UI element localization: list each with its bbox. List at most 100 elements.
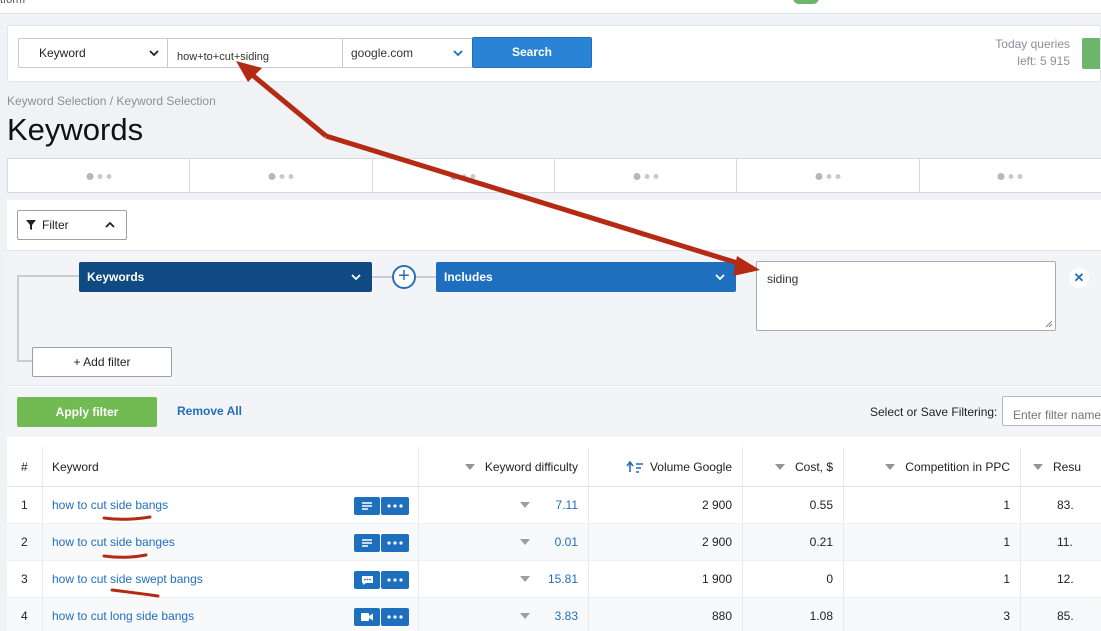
green-action-button[interactable] (1082, 38, 1100, 69)
results-cell: 85. (1057, 609, 1074, 623)
table-row: 2 how to cut side banges 0.01 2 900 0.21… (7, 524, 1101, 561)
apply-filter-button[interactable]: Apply filter (17, 397, 157, 427)
video-icon[interactable] (354, 608, 380, 626)
header-difficulty[interactable]: Keyword difficulty (419, 447, 589, 486)
remove-all-link[interactable]: Remove All (177, 404, 242, 418)
filter-value-text: siding (767, 272, 799, 286)
queries-left: Today queries left: 5 915 (995, 36, 1070, 70)
header-keyword[interactable]: Keyword (43, 447, 419, 486)
filter-field-select[interactable]: Keywords (79, 262, 372, 292)
header-volume-label: Volume Google (649, 459, 732, 474)
filter-value-textarea[interactable]: siding (756, 261, 1056, 331)
list-icon[interactable] (354, 497, 380, 515)
search-bar: Keyword google.com Search Today queries … (7, 25, 1101, 82)
cost-cell: 0.21 (743, 524, 844, 560)
difficulty-value[interactable]: 7.11 (544, 498, 578, 512)
expand-caret-icon[interactable] (520, 576, 530, 582)
remove-condition-close-icon[interactable]: ✕ (1069, 268, 1089, 288)
header-cost[interactable]: Cost, $ (743, 447, 844, 486)
search-type-label: Keyword (39, 46, 86, 60)
chevron-down-icon (149, 50, 159, 57)
results-cell: 83. (1057, 498, 1074, 512)
apply-row: Apply filter Remove All Select or Save F… (7, 387, 1101, 437)
filter-operator-label: Includes (444, 270, 493, 284)
header-results[interactable]: Resu (1021, 447, 1101, 486)
header-num: # (7, 447, 43, 486)
keyword-cell: how to cut side bangs (43, 487, 419, 523)
difficulty-cell: 15.81 (419, 561, 589, 597)
volume-cell: 2 900 (589, 487, 743, 523)
row-num: 4 (7, 598, 43, 631)
difficulty-value[interactable]: 3.83 (544, 609, 578, 623)
chevron-down-icon (715, 274, 725, 281)
more-dots-icon[interactable] (381, 534, 409, 552)
expand-caret-icon[interactable] (520, 502, 530, 508)
sort-icon (885, 463, 896, 470)
more-dots-icon[interactable] (381, 497, 409, 515)
tab-placeholder[interactable] (736, 158, 920, 193)
keyword-cell: how to cut long side bangs (43, 598, 419, 631)
keyword-link[interactable]: how to cut long side bangs (52, 609, 194, 623)
cost-cell: 0 (743, 561, 844, 597)
keyword-cell: how to cut side swept bangs (43, 561, 419, 597)
expand-caret-icon[interactable] (520, 613, 530, 619)
comment-icon[interactable] (354, 571, 380, 589)
loading-dots-icon (86, 173, 112, 180)
filter-panel: Filter Keywords + Includes siding ✕ + Ad… (7, 200, 1101, 631)
header-competition[interactable]: Competition in PPC (844, 447, 1021, 486)
competition-cell: 1 (844, 561, 1021, 597)
tab-placeholder[interactable] (553, 158, 738, 193)
row-num: 1 (7, 487, 43, 523)
database-select[interactable]: google.com (343, 38, 473, 68)
loading-dots-icon (268, 173, 294, 180)
search-button[interactable]: Search (472, 37, 592, 68)
sort-icon (464, 463, 475, 470)
tab-placeholder[interactable] (918, 158, 1101, 193)
table-row: 1 how to cut side bangs 7.11 2 900 0.55 … (7, 487, 1101, 524)
chevron-down-icon (453, 50, 463, 57)
more-dots-icon[interactable] (381, 571, 409, 589)
top-strip: tform (0, 0, 1101, 14)
filter-toggle-label: Filter (42, 218, 69, 232)
add-filter-button[interactable]: + Add filter (32, 347, 172, 377)
competition-cell: 1 (844, 487, 1021, 523)
competition-cell: 3 (844, 598, 1021, 631)
row-actions (354, 608, 409, 626)
volume-cell: 1 900 (589, 561, 743, 597)
keyword-link[interactable]: how to cut side bangs (52, 498, 168, 512)
chevron-up-icon (105, 221, 115, 228)
keywords-table: # Keyword Keyword difficulty Volume Goog… (7, 447, 1101, 631)
filter-operator-select[interactable]: Includes (436, 262, 736, 292)
row-actions (354, 534, 409, 552)
list-icon[interactable] (354, 534, 380, 552)
status-dot (793, 0, 819, 4)
difficulty-value[interactable]: 15.81 (544, 572, 578, 586)
more-dots-icon[interactable] (381, 608, 409, 626)
row-actions (354, 571, 409, 589)
keyword-link[interactable]: how to cut side swept bangs (52, 572, 203, 586)
sort-icon (774, 463, 785, 470)
filter-conditions: Keywords + Includes siding ✕ + Add filte… (7, 250, 1101, 386)
cost-cell: 1.08 (743, 598, 844, 631)
tab-placeholder[interactable] (189, 158, 373, 193)
loading-dots-icon (815, 173, 841, 180)
sort-icon (1033, 463, 1043, 470)
sort-ascending-icon (626, 460, 643, 473)
add-condition-plus-icon[interactable]: + (392, 265, 416, 289)
page-title: Keywords (7, 112, 144, 147)
resize-handle-icon[interactable] (1045, 320, 1053, 328)
header-volume[interactable]: Volume Google (589, 447, 743, 486)
tree-line (17, 360, 33, 362)
loading-dots-icon (633, 173, 659, 180)
tab-placeholder[interactable] (371, 158, 555, 193)
search-type-select[interactable]: Keyword (18, 38, 168, 68)
difficulty-cell: 7.11 (419, 487, 589, 523)
expand-caret-icon[interactable] (520, 539, 530, 545)
filter-name-input[interactable] (1002, 396, 1101, 426)
difficulty-value[interactable]: 0.01 (544, 535, 578, 549)
filter-toggle-button[interactable]: Filter (17, 210, 127, 240)
loading-dots-icon (997, 173, 1023, 180)
keyword-link[interactable]: how to cut side banges (52, 535, 175, 549)
search-input[interactable] (167, 38, 343, 68)
tab-placeholder[interactable] (7, 158, 191, 193)
